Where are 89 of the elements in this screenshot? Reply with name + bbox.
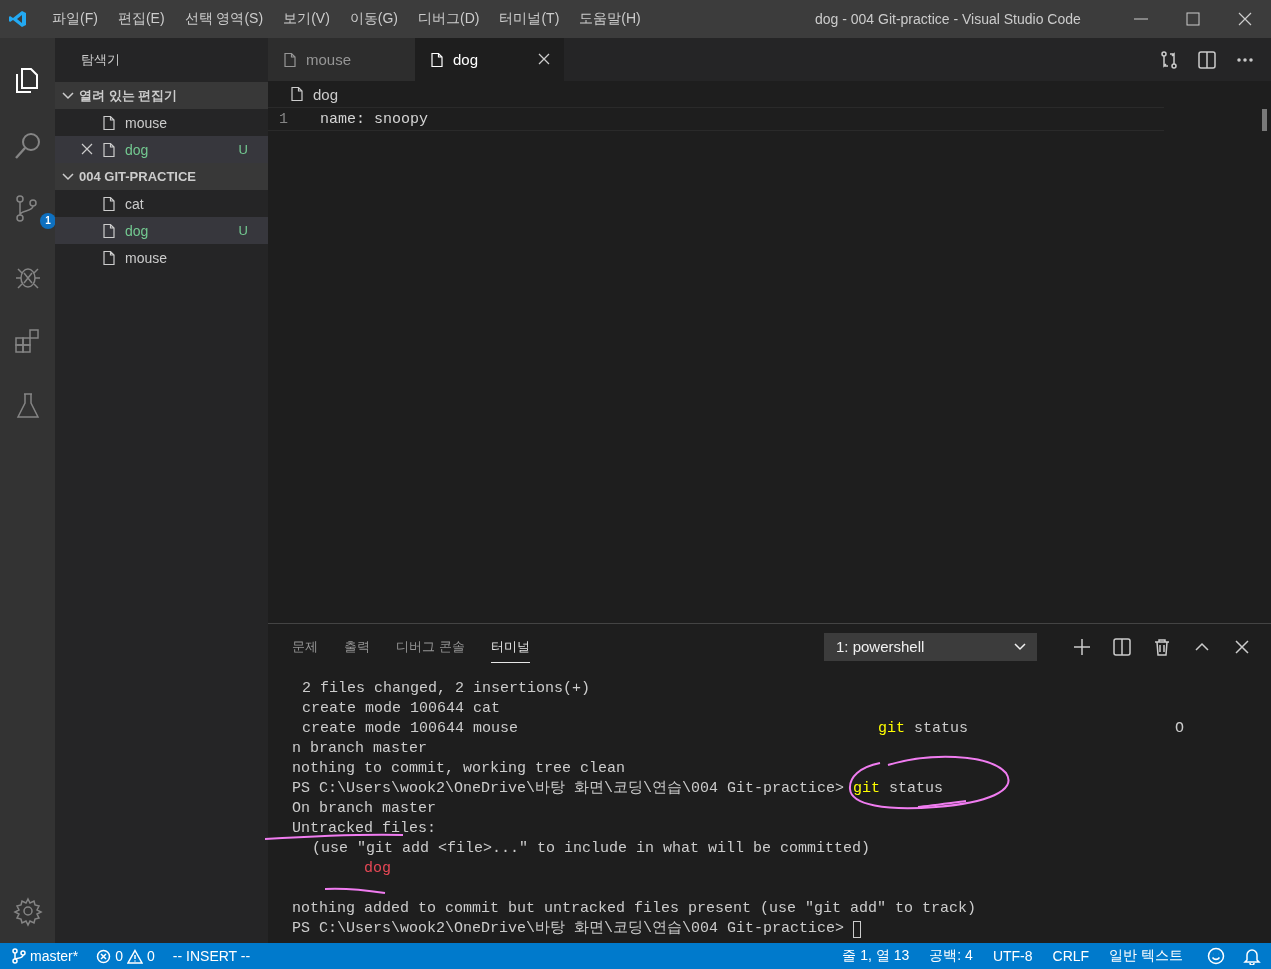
menu-item[interactable]: 터미널(T): [489, 10, 570, 28]
terminal-text: git: [853, 779, 881, 799]
section-title: 열려 있는 편집기: [79, 86, 178, 105]
terminal-text: create mode 100644 cat: [302, 699, 501, 719]
file-icon: [429, 51, 445, 68]
panel-tab[interactable]: 터미널: [490, 630, 530, 663]
file-item[interactable]: dog U: [55, 217, 268, 244]
file-name: mouse: [125, 249, 169, 266]
file-icon: [101, 141, 117, 158]
file-icon: [101, 249, 117, 266]
warning-icon: [127, 948, 144, 964]
terminal-text: nothing added to commit but untracked files present (use "git add" to track): [292, 899, 977, 919]
encoding[interactable]: UTF-8: [992, 948, 1033, 964]
code-line: name: snoopy: [320, 110, 429, 128]
sidebar-title: 탐색기: [81, 51, 120, 69]
split-editor-icon[interactable]: [1197, 49, 1217, 70]
terminal-text: git: [878, 719, 906, 739]
git-status-label: U: [238, 223, 248, 238]
file-name: cat: [125, 195, 145, 212]
plus-icon[interactable]: [1073, 637, 1091, 656]
maximize-icon[interactable]: [1185, 11, 1201, 27]
terminal-text: PS C:\Users\wook2\OneDrive\바탕 화면\코딩\연습\004 Git-practice>: [292, 919, 845, 939]
branch-icon: [12, 948, 26, 964]
feedback-smiley-icon[interactable]: [1207, 947, 1225, 965]
language-mode[interactable]: 일반 텍스트: [1109, 947, 1183, 965]
breadcrumb-item[interactable]: dog: [313, 85, 339, 103]
close-icon[interactable]: [538, 53, 550, 65]
terminal-text: On branch master: [292, 799, 437, 819]
vim-mode: -- INSERT --: [172, 948, 251, 964]
menu-item[interactable]: 선택 영역(S): [174, 10, 274, 28]
terminal-text: create mode 100644 mouse: [302, 719, 519, 739]
file-item[interactable]: cat: [55, 190, 268, 217]
source-control-icon[interactable]: [15, 192, 40, 225]
close-icon[interactable]: [1237, 11, 1253, 27]
cursor-position[interactable]: 줄 1, 열 13: [842, 947, 910, 965]
file-name: mouse: [125, 114, 169, 131]
indentation[interactable]: 공백: 4: [929, 947, 973, 965]
menu-item[interactable]: 편집(E): [107, 10, 175, 28]
trash-icon[interactable]: [1153, 637, 1171, 656]
line-number: 1: [278, 110, 289, 128]
file-item[interactable]: mouse: [55, 244, 268, 271]
vscode-logo-icon: [8, 9, 28, 29]
editor-tab[interactable]: dog: [415, 38, 564, 81]
panel-tab[interactable]: 디버그 콘솔: [396, 630, 465, 663]
section-title: 004 GIT-PRACTICE: [79, 169, 197, 184]
menu-item[interactable]: 도움말(H): [569, 10, 651, 28]
window-title: dog - 004 Git-practice - Visual Studio Code: [813, 11, 1082, 27]
bell-icon[interactable]: [1243, 947, 1261, 965]
terminal-cursor: [853, 921, 862, 938]
file-icon: [101, 222, 117, 239]
branch-indicator[interactable]: master*: [12, 948, 79, 964]
menu-item[interactable]: 이동(G): [339, 10, 408, 28]
section-header[interactable]: 004 GIT-PRACTICE: [55, 163, 268, 190]
terminal-text: status: [889, 779, 944, 799]
file-item[interactable]: mouse: [55, 109, 268, 136]
scrollbar-thumb[interactable]: [1262, 109, 1267, 131]
panel-tab[interactable]: 출력: [344, 630, 370, 663]
terminal-text: status: [914, 719, 969, 739]
file-name: dog: [125, 141, 150, 158]
split-terminal-icon[interactable]: [1113, 637, 1131, 656]
error-icon: [96, 948, 112, 964]
terminal-dropdown[interactable]: 1: powershell: [824, 632, 1037, 661]
line-ending[interactable]: CRLF: [1052, 948, 1090, 964]
file-icon: [282, 51, 298, 68]
terminal-text: (use "git add <file>..." to include in what will be committed): [312, 839, 871, 859]
terminal-text: O: [1175, 719, 1185, 739]
notification-badge: 1: [40, 212, 56, 229]
menu-item[interactable]: 보기(V): [273, 10, 340, 28]
file-icon: [101, 195, 117, 212]
menu-item[interactable]: 파일(F): [42, 10, 108, 28]
problems-indicator[interactable]: 0 0: [96, 948, 155, 964]
git-status-label: U: [238, 142, 248, 157]
file-item[interactable]: dog U: [55, 136, 268, 163]
file-name: dog: [125, 222, 150, 239]
terminal-text: dog: [364, 859, 391, 879]
file-icon: [289, 86, 305, 102]
close-icon[interactable]: [1233, 637, 1251, 656]
menu-item[interactable]: 디버그(D): [408, 10, 490, 28]
section-header[interactable]: 열려 있는 편집기: [55, 82, 268, 109]
terminal-text: Untracked files:: [292, 819, 437, 839]
terminal-text: 2 files changed, 2 insertions(+): [302, 679, 591, 699]
close-icon[interactable]: [81, 143, 93, 155]
compare-changes-icon[interactable]: [1159, 49, 1179, 70]
terminal-text: n branch master: [292, 739, 428, 759]
file-icon: [101, 114, 117, 131]
panel-tab[interactable]: 문제: [292, 630, 318, 663]
editor-tab[interactable]: mouse: [268, 38, 415, 81]
terminal-text: nothing to commit, working tree clean: [292, 759, 626, 779]
terminal-text: PS C:\Users\wook2\OneDrive\바탕 화면\코딩\연습\004 Git-practice>: [292, 779, 845, 799]
